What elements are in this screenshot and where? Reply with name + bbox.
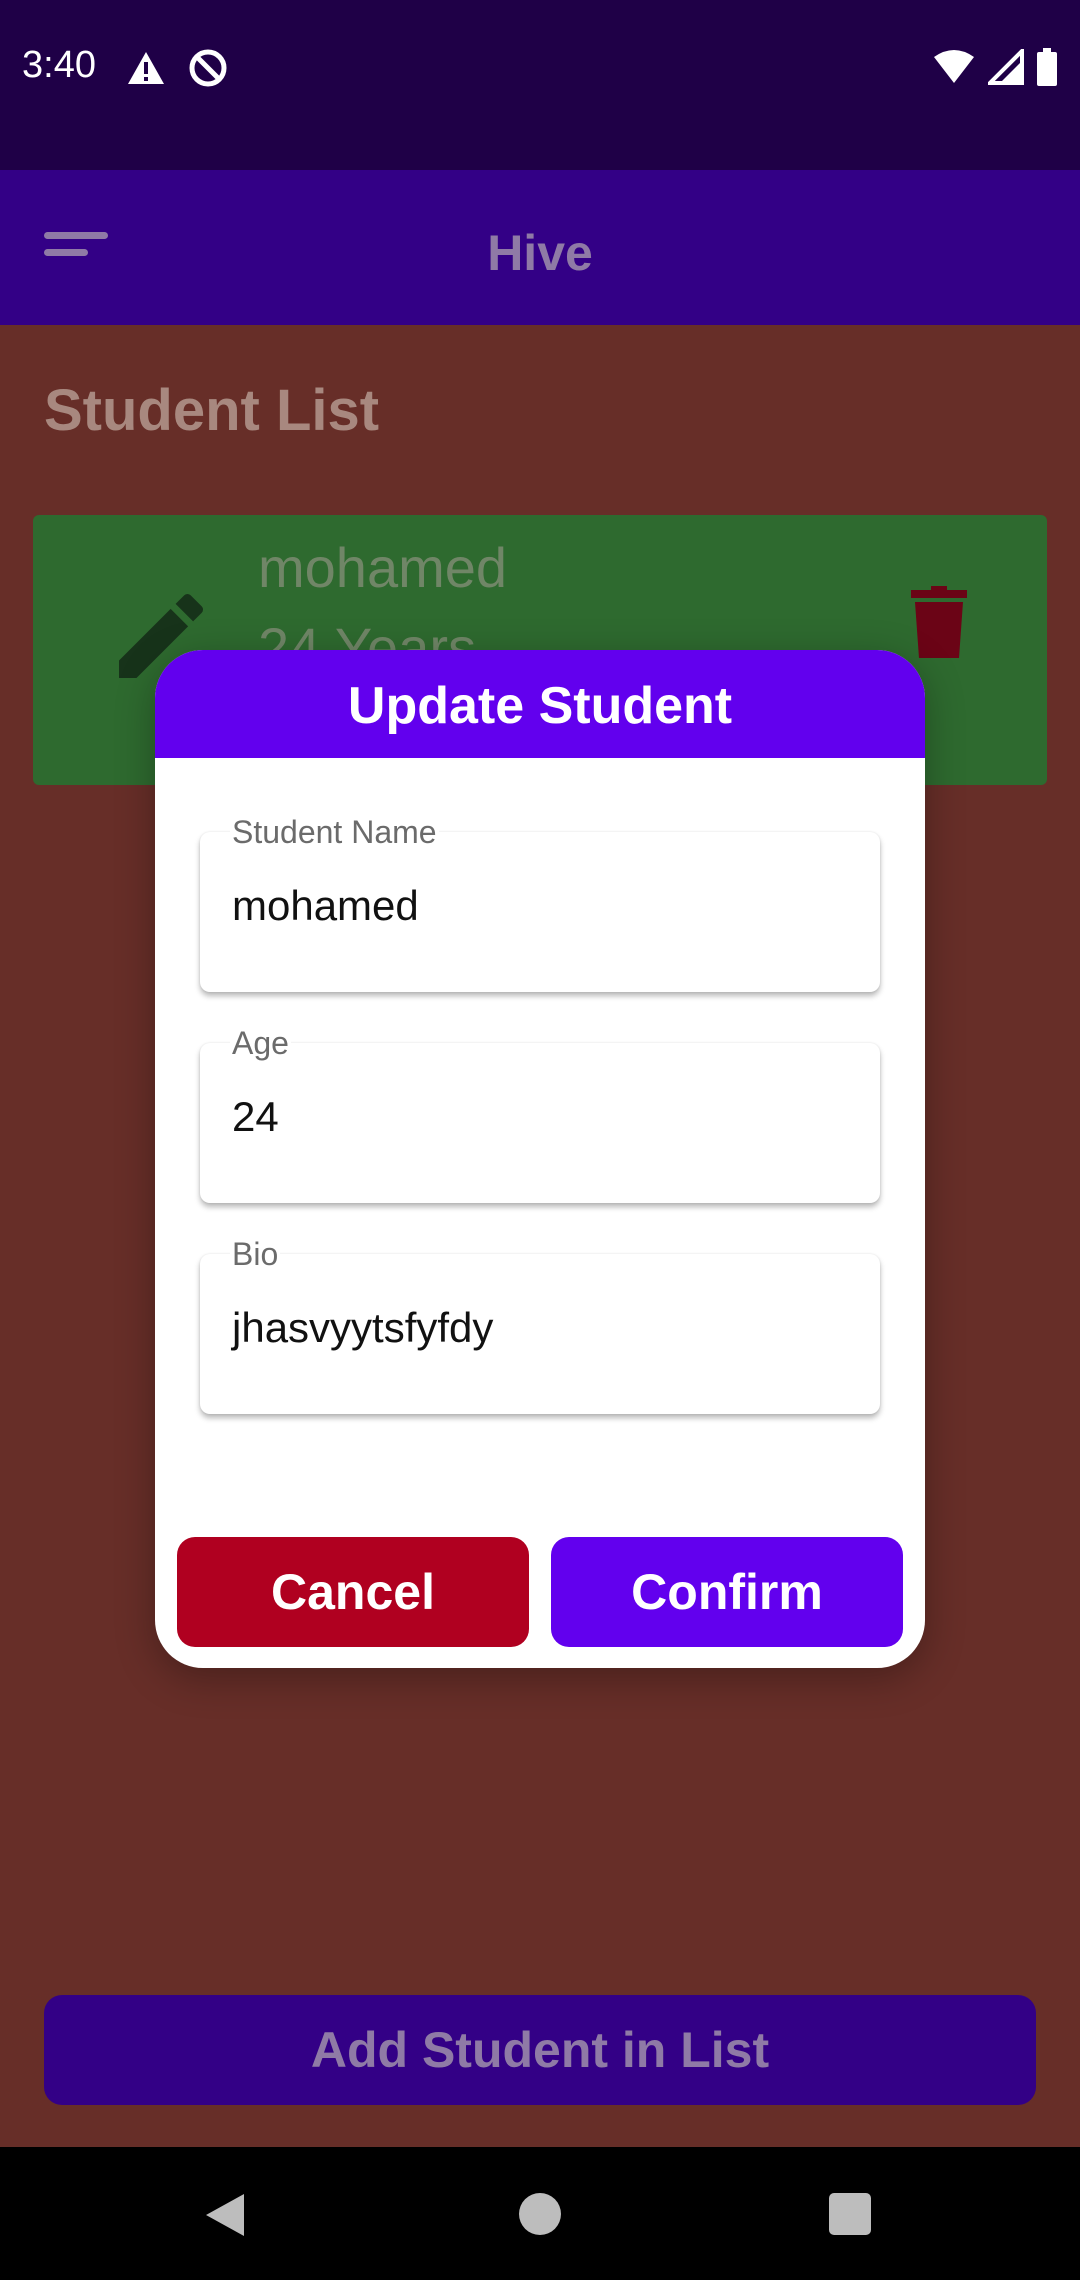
bio-label: Bio bbox=[230, 1236, 281, 1273]
confirm-button[interactable]: Confirm bbox=[551, 1537, 903, 1647]
update-student-dialog: Update Student Student Name mohamed Age … bbox=[155, 650, 925, 1668]
age-value[interactable]: 24 bbox=[232, 1093, 279, 1141]
status-bar: 3:40 bbox=[0, 0, 1080, 170]
age-field[interactable]: Age 24 bbox=[200, 1025, 880, 1203]
trash-icon[interactable] bbox=[911, 585, 967, 659]
wifi-icon bbox=[934, 50, 974, 83]
add-student-button[interactable]: Add Student in List bbox=[44, 1995, 1036, 2105]
warning-icon bbox=[128, 52, 164, 84]
cancel-button[interactable]: Cancel bbox=[177, 1537, 529, 1647]
battery-icon bbox=[1037, 48, 1057, 86]
section-title: Student List bbox=[44, 378, 380, 443]
status-time: 3:40 bbox=[22, 44, 96, 86]
age-label: Age bbox=[230, 1025, 291, 1062]
student-name: mohamed bbox=[258, 536, 508, 599]
bio-field[interactable]: Bio jhasvyytsfyfdy bbox=[200, 1236, 880, 1414]
recents-icon[interactable] bbox=[829, 2193, 871, 2235]
student-name-field[interactable]: Student Name mohamed bbox=[200, 814, 880, 992]
signal-icon bbox=[988, 49, 1024, 85]
bio-value[interactable]: jhasvyytsfyfdy bbox=[232, 1304, 493, 1352]
back-icon[interactable] bbox=[204, 2192, 246, 2238]
student-name-value[interactable]: mohamed bbox=[232, 882, 419, 930]
student-name-label: Student Name bbox=[230, 814, 439, 851]
app-title: Hive bbox=[487, 225, 593, 281]
status-icons-left bbox=[126, 48, 228, 88]
navigation-bar bbox=[0, 2147, 1080, 2280]
dialog-title: Update Student bbox=[155, 650, 925, 758]
status-icons-right bbox=[932, 48, 1058, 86]
app-bar: Hive bbox=[0, 170, 1080, 325]
do-not-disturb-icon bbox=[189, 49, 227, 87]
home-icon[interactable] bbox=[519, 2193, 561, 2235]
